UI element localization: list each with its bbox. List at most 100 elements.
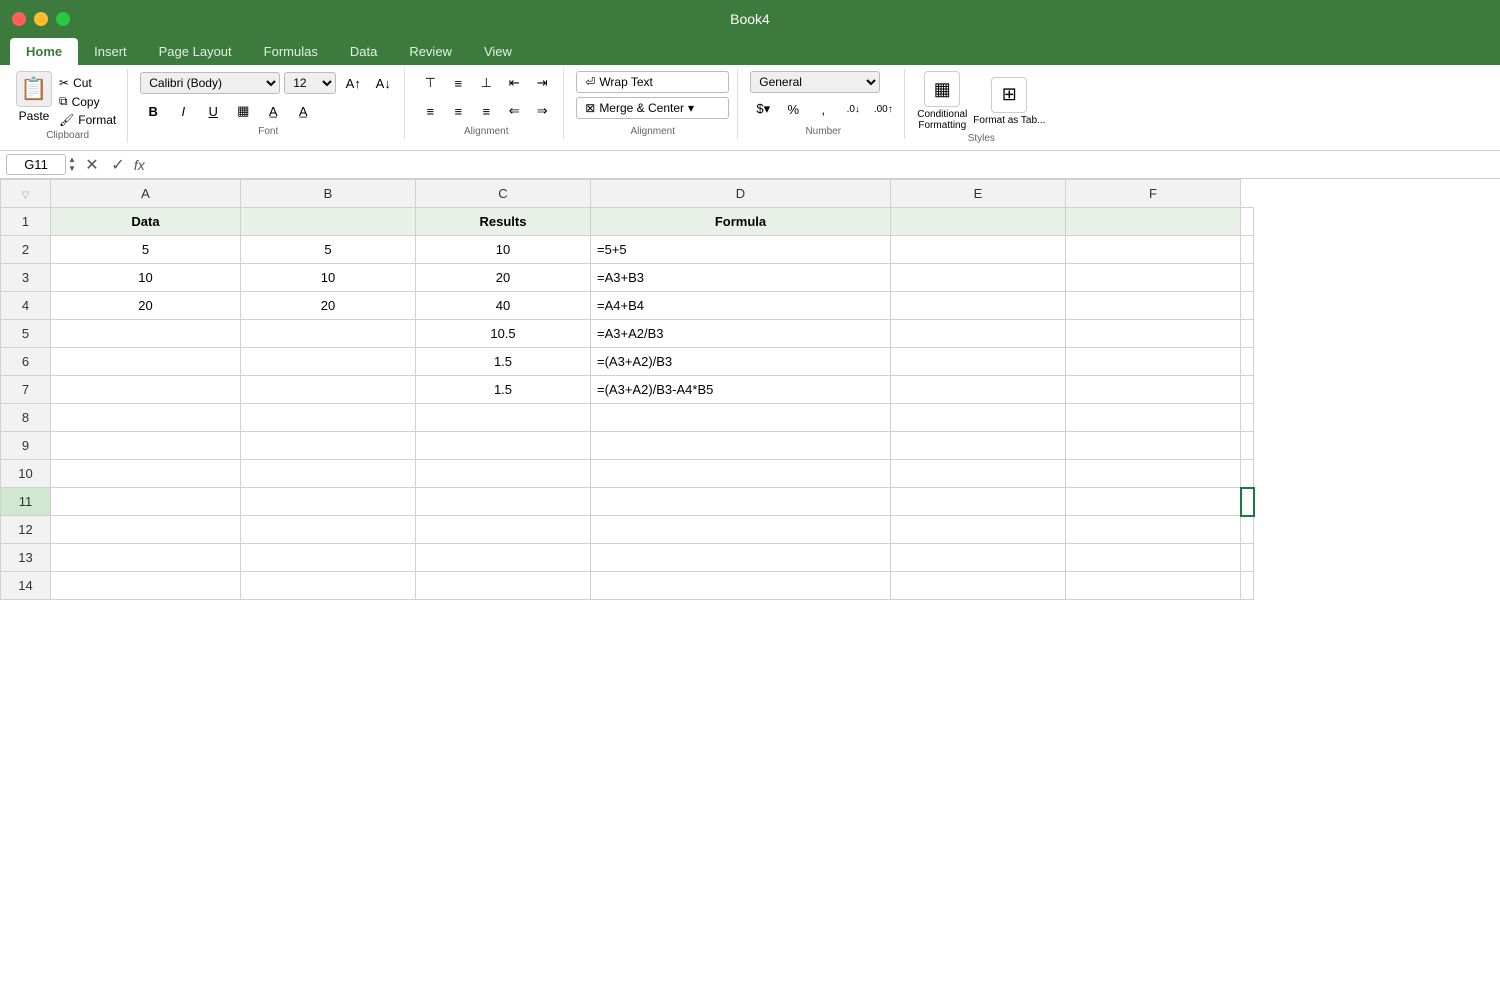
cell-F9[interactable] [1066, 432, 1241, 460]
cell-E11[interactable] [891, 488, 1066, 516]
format-as-table-button[interactable]: ⊞ [991, 77, 1027, 113]
cut-button[interactable]: ✂ Cut [56, 75, 119, 91]
cell-F13[interactable] [1066, 544, 1241, 572]
row-header-3[interactable]: 3 [1, 264, 51, 292]
cell-B8[interactable] [241, 404, 416, 432]
cell-C3[interactable]: 20 [416, 264, 591, 292]
indent-right-button[interactable]: ⇥ [529, 71, 555, 95]
cell-A5[interactable] [51, 320, 241, 348]
cell-B13[interactable] [241, 544, 416, 572]
cell-G9[interactable] [1241, 432, 1254, 460]
tab-insert[interactable]: Insert [78, 38, 143, 65]
cell-E9[interactable] [891, 432, 1066, 460]
cell-C9[interactable] [416, 432, 591, 460]
cell-ref-arrows[interactable]: ▲ ▼ [68, 156, 76, 173]
cell-F12[interactable] [1066, 516, 1241, 544]
wrap-text-button[interactable]: ⏎ Wrap Text [576, 71, 729, 93]
cell-A3[interactable]: 10 [51, 264, 241, 292]
cell-F5[interactable] [1066, 320, 1241, 348]
maximize-button[interactable] [56, 12, 70, 26]
cell-B6[interactable] [241, 348, 416, 376]
ltr-button[interactable]: ⇒ [529, 99, 555, 123]
tab-data[interactable]: Data [334, 38, 393, 65]
cell-E4[interactable] [891, 292, 1066, 320]
cell-G13[interactable] [1241, 544, 1254, 572]
align-top-button[interactable]: ⊤ [417, 71, 443, 95]
cell-B1[interactable] [241, 208, 416, 236]
col-header-C[interactable]: C [416, 180, 591, 208]
cell-E3[interactable] [891, 264, 1066, 292]
cell-C6[interactable]: 1.5 [416, 348, 591, 376]
cell-A12[interactable] [51, 516, 241, 544]
cell-A10[interactable] [51, 460, 241, 488]
cell-E1[interactable] [891, 208, 1066, 236]
paste-label[interactable]: Paste [19, 109, 50, 123]
cell-B12[interactable] [241, 516, 416, 544]
cell-C4[interactable]: 40 [416, 292, 591, 320]
cell-A8[interactable] [51, 404, 241, 432]
cell-D7[interactable]: =(A3+A2)/B3-A4*B5 [591, 376, 891, 404]
dollar-button[interactable]: $▾ [750, 97, 776, 121]
rtl-button[interactable]: ⇐ [501, 99, 527, 123]
cell-reference-input[interactable] [6, 154, 66, 175]
row-header-9[interactable]: 9 [1, 432, 51, 460]
window-controls[interactable] [12, 12, 70, 26]
cell-F10[interactable] [1066, 460, 1241, 488]
row-header-7[interactable]: 7 [1, 376, 51, 404]
bold-button[interactable]: B [140, 99, 166, 123]
cell-D10[interactable] [591, 460, 891, 488]
cell-D6[interactable]: =(A3+A2)/B3 [591, 348, 891, 376]
spreadsheet-container[interactable]: ▽ A B C D E F 1DataResultsFormula25510=5… [0, 179, 1500, 984]
cell-G14[interactable] [1241, 572, 1254, 600]
cell-F8[interactable] [1066, 404, 1241, 432]
align-bottom-button[interactable]: ⊥ [473, 71, 499, 95]
row-header-5[interactable]: 5 [1, 320, 51, 348]
cell-A4[interactable]: 20 [51, 292, 241, 320]
cell-G7[interactable] [1241, 376, 1254, 404]
font-shrink-button[interactable]: A↓ [370, 71, 396, 95]
font-size-select[interactable]: 12 [284, 72, 336, 94]
cell-E6[interactable] [891, 348, 1066, 376]
cell-D2[interactable]: =5+5 [591, 236, 891, 264]
minimize-button[interactable] [34, 12, 48, 26]
cell-C2[interactable]: 10 [416, 236, 591, 264]
cell-C5[interactable]: 10.5 [416, 320, 591, 348]
col-header-E[interactable]: E [891, 180, 1066, 208]
border-button[interactable]: ▦ [230, 99, 256, 123]
formula-input[interactable] [151, 155, 1494, 174]
cell-G4[interactable] [1241, 292, 1254, 320]
cell-F3[interactable] [1066, 264, 1241, 292]
cell-A14[interactable] [51, 572, 241, 600]
cell-F4[interactable] [1066, 292, 1241, 320]
cell-D8[interactable] [591, 404, 891, 432]
cell-G12[interactable] [1241, 516, 1254, 544]
cell-F14[interactable] [1066, 572, 1241, 600]
cell-G5[interactable] [1241, 320, 1254, 348]
number-format-select[interactable]: General [750, 71, 880, 93]
col-header-B[interactable]: B [241, 180, 416, 208]
cell-E10[interactable] [891, 460, 1066, 488]
cell-G2[interactable] [1241, 236, 1254, 264]
cell-C8[interactable] [416, 404, 591, 432]
tab-formulas[interactable]: Formulas [248, 38, 334, 65]
cell-A11[interactable] [51, 488, 241, 516]
font-color-button[interactable]: A̲ [290, 99, 316, 123]
formula-cancel-button[interactable]: ✕ [82, 155, 102, 175]
cell-D12[interactable] [591, 516, 891, 544]
cell-E2[interactable] [891, 236, 1066, 264]
cell-F1[interactable] [1066, 208, 1241, 236]
cell-F2[interactable] [1066, 236, 1241, 264]
cell-F11[interactable] [1066, 488, 1241, 516]
row-header-6[interactable]: 6 [1, 348, 51, 376]
cell-E5[interactable] [891, 320, 1066, 348]
cell-G1[interactable] [1241, 208, 1254, 236]
cell-G6[interactable] [1241, 348, 1254, 376]
merge-center-button[interactable]: ⊠ Merge & Center ▾ [576, 97, 729, 119]
align-right-button[interactable]: ≡ [473, 99, 499, 123]
cell-G3[interactable] [1241, 264, 1254, 292]
cell-A2[interactable]: 5 [51, 236, 241, 264]
indent-left-button[interactable]: ⇤ [501, 71, 527, 95]
align-left-button[interactable]: ≡ [417, 99, 443, 123]
cell-A13[interactable] [51, 544, 241, 572]
row-header-8[interactable]: 8 [1, 404, 51, 432]
